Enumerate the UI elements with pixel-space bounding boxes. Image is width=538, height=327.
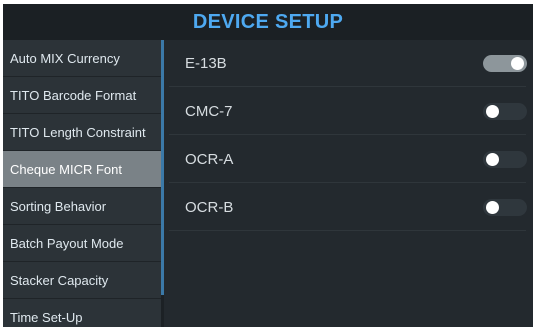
option-label: CMC-7 [185,103,233,120]
sidebar-item-time-set-up[interactable]: Time Set-Up [3,299,161,327]
sidebar: Auto MIX Currency TITO Barcode Format TI… [3,40,161,327]
toggle-knob [486,153,499,166]
device-setup-screen: DEVICE SETUP Auto MIX Currency TITO Barc… [3,4,533,327]
sidebar-item-auto-mix-currency[interactable]: Auto MIX Currency [3,40,161,77]
sidebar-item-batch-payout-mode[interactable]: Batch Payout Mode [3,225,161,262]
sidebar-item-sorting-behavior[interactable]: Sorting Behavior [3,188,161,225]
cmc7-toggle[interactable] [483,103,527,120]
option-label: OCR-A [185,151,234,168]
sidebar-item-cheque-micr-font[interactable]: Cheque MICR Font [3,151,161,188]
option-row-ocrb: OCR-B [169,184,527,231]
option-row-cmc7: CMC-7 [169,88,527,135]
sidebar-scrollbar-thumb[interactable] [161,40,164,295]
sidebar-item-tito-barcode-format[interactable]: TITO Barcode Format [3,77,161,114]
option-label: OCR-B [185,199,234,216]
sidebar-item-tito-length-constraint[interactable]: TITO Length Constraint [3,114,161,151]
option-row-ocra: OCR-A [169,136,527,183]
settings-panel: E-13B CMC-7 OCR-A OCR-B [169,40,533,327]
option-row-e13b: E-13B [169,40,527,87]
toggle-knob [511,57,524,70]
ocra-toggle[interactable] [483,151,527,168]
sidebar-item-stacker-capacity[interactable]: Stacker Capacity [3,262,161,299]
toggle-knob [486,105,499,118]
sidebar-scrollbar[interactable] [161,40,164,327]
e13b-toggle[interactable] [483,55,527,72]
toggle-knob [486,201,499,214]
header-bar: DEVICE SETUP [3,4,533,40]
option-label: E-13B [185,55,227,72]
page-title: DEVICE SETUP [192,10,344,33]
ocrb-toggle[interactable] [483,199,527,216]
